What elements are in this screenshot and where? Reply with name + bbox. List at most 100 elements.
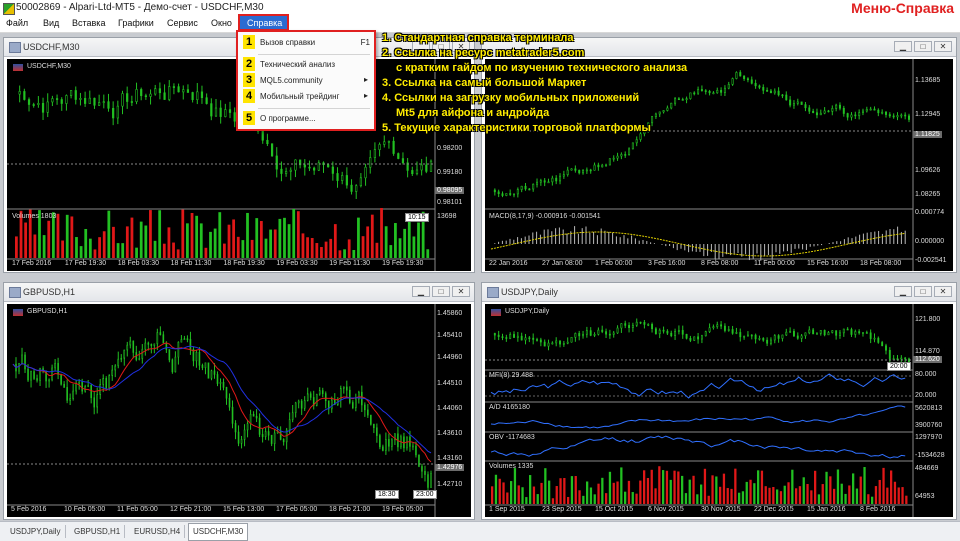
candle-body [739, 332, 742, 338]
price-label: 0.99180 [437, 169, 463, 176]
menu-tools[interactable]: Сервис [167, 18, 198, 28]
time-axis-label: 8 Feb 2016 [860, 506, 896, 513]
chart-area-gbpusd[interactable]: GBPUSD,H1 1.45860 1.45410 1.44960 1.44510 1.4… [7, 304, 471, 517]
menu-help[interactable]: Справка [238, 14, 289, 31]
time-axis-label: 18 Feb 21:00 [329, 506, 371, 513]
candle-body [180, 339, 183, 343]
volume-bar [582, 495, 585, 504]
menu-insert[interactable]: Вставка [72, 18, 105, 28]
candle-body [570, 336, 573, 343]
minimize-button[interactable]: ▁ [894, 286, 912, 297]
volume-bar [673, 470, 676, 504]
candle-body [582, 170, 585, 174]
candle-body [516, 189, 519, 195]
candle-body [415, 169, 419, 175]
candle-body [88, 97, 91, 104]
tab-eurusd[interactable]: EURUSD,H4 [130, 525, 186, 538]
candle-body [168, 86, 171, 100]
volume-bar [149, 210, 152, 258]
maximize-button[interactable]: □ [914, 286, 932, 297]
close-button[interactable]: ✕ [452, 286, 470, 297]
volume-bar [227, 224, 231, 258]
volume-bar [426, 249, 430, 258]
volume-bar [259, 221, 263, 258]
candle-body [689, 338, 692, 341]
tab-usdchf[interactable]: USDCHF,M30 [188, 523, 249, 541]
volume-bar [878, 479, 881, 504]
candle-body [716, 90, 719, 94]
candle-body [421, 466, 423, 472]
close-button[interactable]: ✕ [934, 41, 952, 52]
candle-body [81, 381, 83, 392]
volume-bar [310, 238, 314, 258]
dd-item-tech-analysis[interactable]: 2 Технический анализ [238, 57, 374, 72]
tab-usdjpy[interactable]: USDJPY,Daily [6, 525, 66, 538]
candle-body [418, 454, 420, 467]
dd-item-help[interactable]: 1 Вызов справки F1 [238, 35, 374, 50]
candle-body [777, 90, 780, 96]
chart-area-usdjpy[interactable]: USDJPY,Daily 121.800 114.870 112.620 20:00 MF… [485, 304, 953, 517]
candle-body [177, 341, 180, 358]
chart-window-usdjpy[interactable]: USDJPY,Daily ▁ □ ✕ USDJPY,Daily 121.800 114.… [481, 282, 957, 520]
maximize-button[interactable]: □ [914, 41, 932, 52]
minimize-button[interactable]: ▁ [894, 41, 912, 52]
volume-bar [608, 471, 612, 504]
volume-bar [703, 468, 707, 504]
note-2-cont: с кратким гайдом по изучению техническог… [396, 62, 688, 74]
candle-body [873, 108, 876, 111]
volume-bar [867, 494, 870, 504]
menu-charts[interactable]: Графики [118, 18, 154, 28]
menu-window[interactable]: Окно [211, 18, 232, 28]
candle-body [141, 348, 144, 359]
volume-bar [246, 212, 249, 258]
candle-body [102, 101, 105, 103]
candle-body [769, 339, 772, 344]
candle-body [46, 101, 49, 113]
dd-num-badge: 4 [243, 89, 255, 103]
volume-bar [836, 469, 840, 504]
volume-scale-label: 13698 [437, 213, 457, 220]
volume-bar [631, 492, 634, 504]
volume-bar [863, 467, 866, 504]
candle-body [105, 378, 108, 389]
tab-gbpusd[interactable]: GBPUSD,H1 [70, 525, 126, 538]
price-label: 1.43610 [437, 430, 463, 437]
candle-body [620, 154, 623, 157]
volume-bar [218, 212, 222, 258]
volume-bar [338, 250, 342, 258]
volume-bar [662, 470, 665, 504]
volume-bar [551, 498, 555, 504]
menu-view[interactable]: Вид [43, 18, 59, 28]
candle-body [574, 333, 577, 338]
candle-body [341, 175, 344, 181]
chart-window-gbpusd[interactable]: GBPUSD,H1 ▁ □ ✕ GBPUSD,H1 1.45860 1.45410 1.4… [3, 282, 475, 520]
candle-body [781, 94, 784, 97]
volume-bar [833, 488, 836, 504]
candle-body [616, 155, 619, 159]
volume-bar [665, 470, 669, 504]
maximize-button[interactable]: □ [432, 286, 450, 297]
dd-item-mql5[interactable]: 3 MQL5.community ▸ [238, 73, 374, 88]
candle-body [246, 423, 249, 431]
candle-body [140, 89, 143, 97]
current-price-box: 0.98095 [435, 187, 465, 194]
volume-bar [135, 247, 138, 258]
time-axis-label: 19 Feb 05:00 [382, 506, 424, 513]
minimize-button[interactable]: ▁ [412, 286, 430, 297]
candle-body [670, 332, 673, 337]
volume-bar [855, 488, 859, 504]
volume-bar [287, 224, 291, 258]
candle-body [612, 332, 615, 335]
candle-body [536, 181, 539, 185]
candle-body [291, 412, 294, 420]
dd-item-mobile[interactable]: 4 Мобильный трейдинг ▸ [238, 89, 374, 104]
volume-bar [93, 249, 97, 258]
menu-file[interactable]: Файл [6, 18, 28, 28]
candle-body [651, 324, 654, 330]
time-axis-label: 22 Dec 2015 [754, 506, 794, 513]
candle-body [555, 340, 558, 344]
close-button[interactable]: ✕ [934, 286, 952, 297]
candle-body [524, 185, 527, 190]
dd-item-about[interactable]: 5 О программе... [238, 111, 374, 126]
time-axis-label: 17 Feb 19:30 [64, 260, 107, 267]
